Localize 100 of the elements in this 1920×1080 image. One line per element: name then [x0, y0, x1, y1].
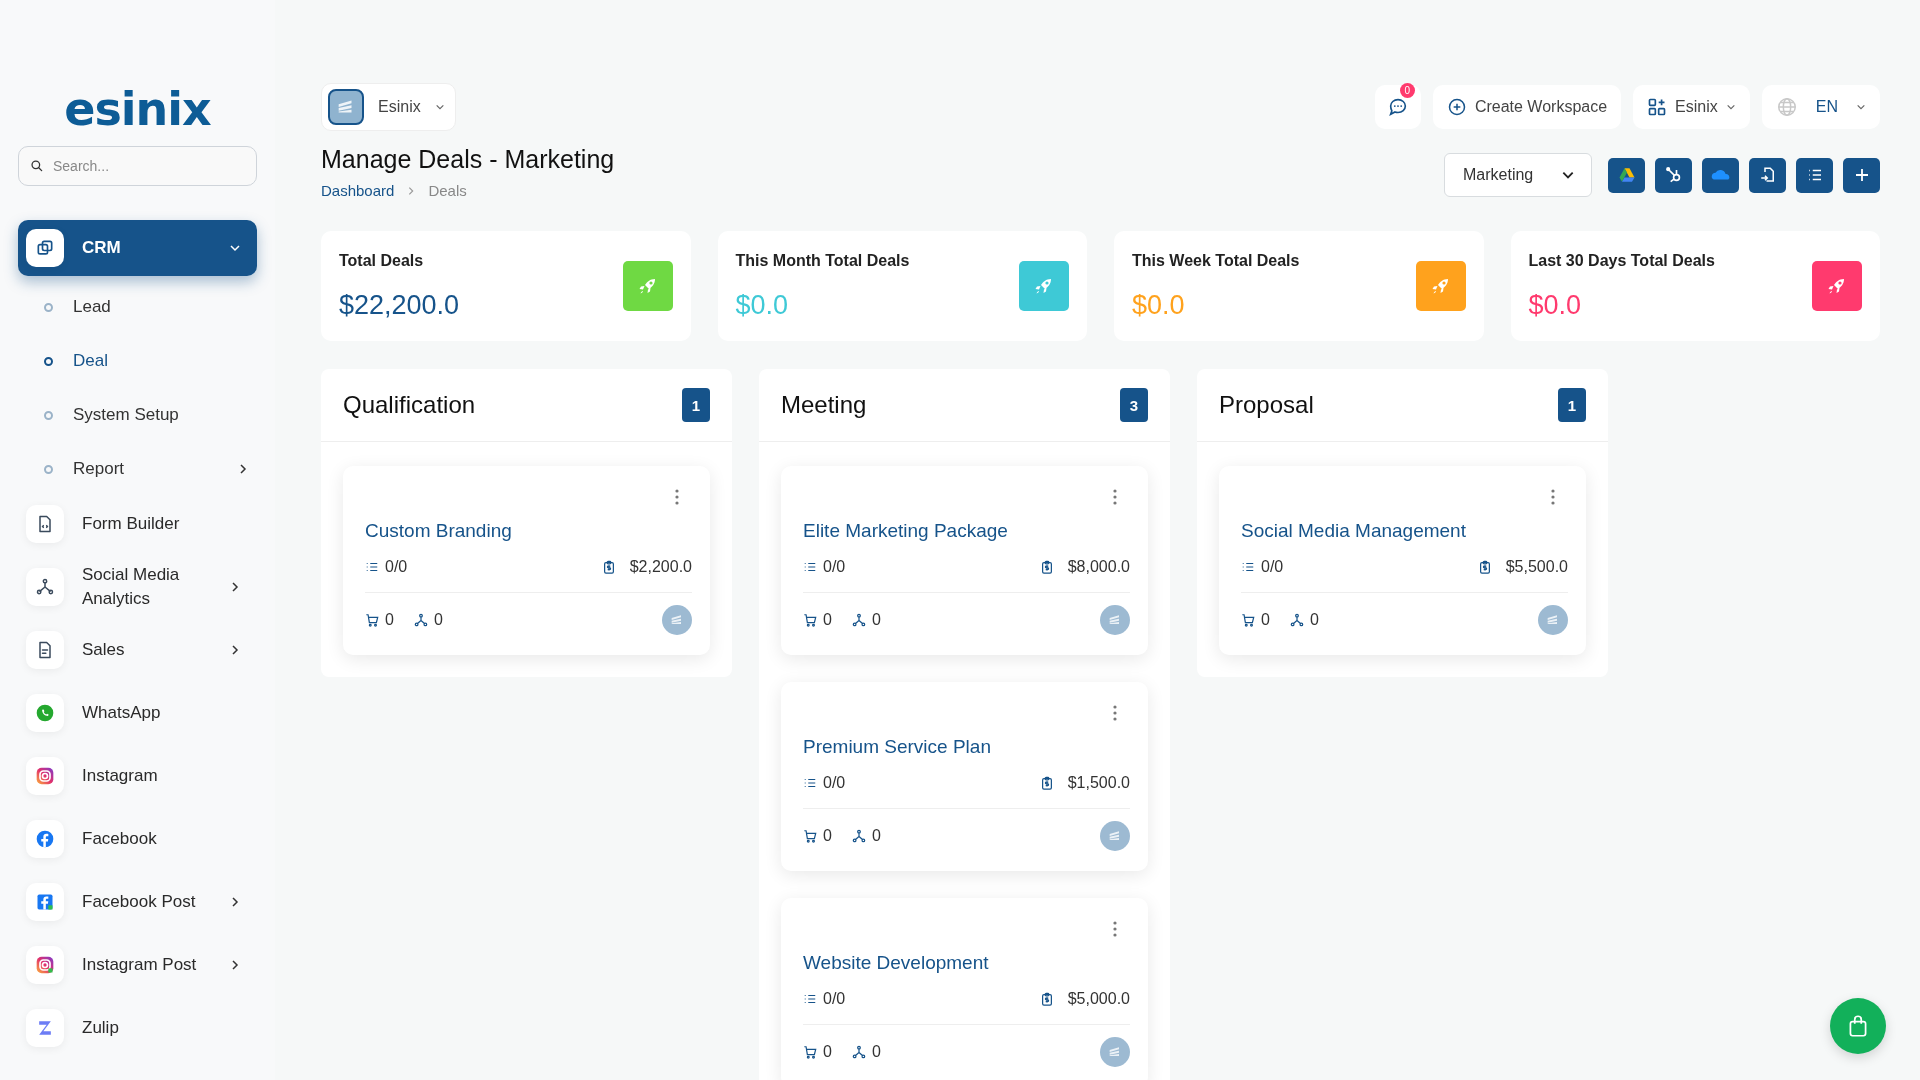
chevron-down-icon [1856, 102, 1866, 112]
add-button[interactable] [1843, 157, 1880, 193]
network-icon [851, 1045, 866, 1059]
network-icon [413, 613, 428, 627]
triangle-logo-button[interactable] [1608, 157, 1645, 193]
workspace-selector[interactable]: Esinix [1633, 85, 1750, 129]
more-icon[interactable] [1112, 488, 1118, 506]
clipboard-icon [601, 560, 616, 574]
task-count: 0/0 [823, 990, 846, 1008]
stat-value: $0.0 [1132, 289, 1186, 321]
camera-icon [26, 946, 64, 984]
notification-badge: 0 [1399, 83, 1415, 98]
building-icon [328, 89, 364, 125]
building-avatar [1100, 1037, 1130, 1067]
zigzag-icon [26, 1009, 64, 1047]
sidebar-item[interactable]: Social Media Analytics [18, 559, 257, 615]
column-title: Meeting [781, 391, 867, 419]
layers-icon [26, 229, 64, 267]
hub-button[interactable] [1655, 157, 1692, 193]
breadcrumb-current: Deals [428, 182, 467, 199]
shopping-bag-button[interactable] [1830, 998, 1886, 1054]
column-title: Qualification [343, 391, 476, 419]
pipeline-select[interactable]: Marketing [1444, 153, 1592, 197]
network-icon [851, 613, 866, 627]
sidebar-item[interactable]: Instagram Post [18, 937, 257, 993]
more-icon[interactable] [674, 488, 680, 506]
list-icon [803, 776, 817, 790]
deal-card[interactable]: Social Media Management 0/0 $5,500.0 0 0 [1219, 466, 1586, 655]
task-count: 0/0 [385, 558, 408, 576]
source-count: 0 [871, 827, 881, 845]
deal-card[interactable]: Custom Branding 0/0 $2,200.0 0 0 [343, 466, 710, 655]
document-icon [26, 505, 64, 543]
stat-title: This Week Total Deals [1132, 251, 1300, 270]
source-count: 0 [433, 611, 443, 629]
sidebar-item[interactable]: WhatsApp [18, 685, 257, 741]
deal-title[interactable]: Social Media Management [1241, 520, 1568, 542]
list-icon [803, 560, 817, 574]
clipboard-icon [1039, 560, 1054, 574]
company-selector[interactable]: Esinix [321, 83, 456, 131]
sidebar-item[interactable]: Instagram [18, 748, 257, 804]
submenu-item[interactable]: Lead [18, 280, 257, 334]
cart-icon [803, 613, 817, 627]
list-view-button[interactable] [1796, 157, 1833, 193]
deal-amount: $5,000.0 [1067, 990, 1130, 1008]
deal-card[interactable]: Website Development 0/0 $5,000.0 0 0 [781, 898, 1148, 1080]
product-count: 0 [823, 611, 832, 629]
product-count: 0 [823, 827, 832, 845]
deal-title[interactable]: Custom Branding [365, 520, 692, 542]
sidebar-item[interactable]: Sales [18, 622, 257, 678]
building-avatar [1100, 605, 1130, 635]
building-avatar [1100, 821, 1130, 851]
chat-icon [1386, 96, 1409, 118]
more-icon[interactable] [1112, 704, 1118, 722]
globe-icon [1775, 96, 1798, 118]
stat-title: Last 30 Days Total Deals [1528, 251, 1715, 270]
ring-icon [44, 302, 53, 312]
sidebar-item[interactable]: Form Builder [18, 496, 257, 552]
deal-title[interactable]: Premium Service Plan [803, 736, 1130, 758]
column-title: Proposal [1219, 391, 1314, 419]
product-count: 0 [823, 1043, 832, 1061]
document-icon [26, 631, 64, 669]
ring-icon [44, 410, 53, 420]
logo[interactable]: esinix [18, 86, 257, 132]
list-icon [803, 992, 817, 1006]
submenu-item[interactable]: Deal [18, 334, 257, 388]
more-icon[interactable] [1550, 488, 1556, 506]
sidebar-item[interactable]: Facebook [18, 811, 257, 867]
search-field[interactable]: Search... [18, 146, 257, 186]
cloud-button[interactable] [1702, 157, 1739, 193]
deal-title[interactable]: Elite Marketing Package [803, 520, 1130, 542]
product-count: 0 [1261, 611, 1270, 629]
language-selector[interactable]: EN [1761, 85, 1880, 129]
deal-amount: $2,200.0 [629, 558, 692, 576]
sidebar-item[interactable]: Zulip [18, 1000, 257, 1056]
submenu-item[interactable]: System Setup [18, 388, 257, 442]
plus-circle-icon [1446, 97, 1467, 117]
stat-value: $0.0 [735, 289, 790, 321]
building-avatar [1538, 605, 1568, 635]
deal-amount: $8,000.0 [1067, 558, 1130, 576]
stat-title: This Month Total Deals [735, 251, 910, 270]
page-title: Manage Deals - Marketing [321, 144, 615, 175]
stat-title: Total Deals [339, 251, 425, 270]
cart-icon [803, 829, 817, 843]
apps-icon [1647, 97, 1668, 117]
deal-card[interactable]: Elite Marketing Package 0/0 $8,000.0 0 0 [781, 466, 1148, 655]
more-icon[interactable] [1112, 920, 1118, 938]
deal-card[interactable]: Premium Service Plan 0/0 $1,500.0 0 0 [781, 682, 1148, 871]
create-workspace-button[interactable]: Create Workspace [1432, 85, 1622, 129]
sidebar-item[interactable]: CRM [18, 220, 257, 276]
ring-icon [44, 464, 53, 474]
count-badge: 1 [1558, 388, 1586, 422]
breadcrumb-link[interactable]: Dashboard [321, 182, 395, 199]
sidebar-item[interactable]: Facebook Post [18, 874, 257, 930]
ring-icon [44, 356, 53, 366]
count-badge: 3 [1120, 388, 1148, 422]
file-import-icon [1758, 166, 1777, 184]
task-count: 0/0 [823, 558, 846, 576]
import-button[interactable] [1749, 157, 1786, 193]
deal-title[interactable]: Website Development [803, 952, 1130, 974]
submenu-item[interactable]: Report [18, 442, 257, 496]
